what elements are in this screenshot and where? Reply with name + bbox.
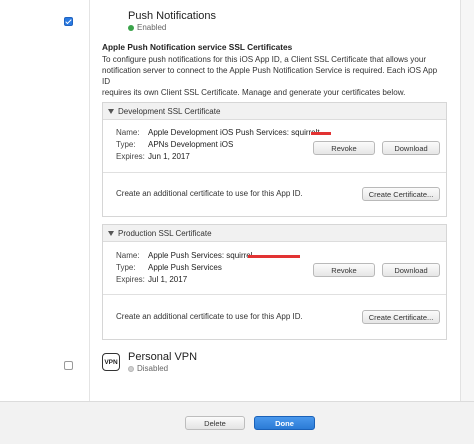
disclosure-triangle-icon bbox=[108, 108, 114, 114]
type-label: Type: bbox=[116, 263, 136, 272]
development-certificate-panel: Development SSL Certificate Name: Apple … bbox=[102, 102, 447, 217]
footer-bar: Delete Done bbox=[0, 401, 474, 444]
production-certificate-title: Production SSL Certificate bbox=[118, 228, 212, 238]
production-create-row: Create an additional certificate to use … bbox=[103, 294, 446, 342]
production-revoke-button[interactable]: Revoke bbox=[313, 263, 375, 277]
apns-description-line: requires its own Client SSL Certificate.… bbox=[102, 88, 406, 97]
production-certificate-panel: Production SSL Certificate Name: Apple P… bbox=[102, 224, 447, 340]
production-name-value: Apple Push Services: squirrel bbox=[148, 251, 253, 260]
push-status-label: Enabled bbox=[137, 23, 167, 32]
push-status: Enabled bbox=[128, 23, 166, 32]
disclosure-triangle-icon bbox=[108, 230, 114, 236]
apns-section-title: Apple Push Notification service SSL Cert… bbox=[102, 42, 293, 52]
production-type-value: Apple Push Services bbox=[148, 263, 222, 272]
expires-label: Expires: bbox=[116, 152, 145, 161]
vpn-status-label: Disabled bbox=[137, 364, 169, 373]
production-create-text: Create an additional certificate to use … bbox=[116, 312, 303, 321]
vpn-status: Disabled bbox=[128, 364, 168, 373]
push-notifications-checkbox[interactable] bbox=[64, 17, 73, 26]
production-certificate-header[interactable]: Production SSL Certificate bbox=[103, 225, 446, 242]
production-create-certificate-button[interactable]: Create Certificate... bbox=[362, 310, 440, 324]
left-column bbox=[0, 0, 90, 444]
enabled-status-icon bbox=[128, 24, 134, 31]
production-download-button[interactable]: Download bbox=[382, 263, 440, 277]
name-label: Name: bbox=[116, 251, 140, 260]
redaction-mark bbox=[248, 255, 300, 258]
expires-label: Expires: bbox=[116, 275, 145, 284]
production-expires-value: Jul 1, 2017 bbox=[148, 275, 188, 284]
disabled-status-icon bbox=[128, 365, 134, 372]
development-name-value: Apple Development iOS Push Services: squ… bbox=[148, 128, 320, 137]
scrollbar-track[interactable] bbox=[460, 0, 474, 444]
delete-button[interactable]: Delete bbox=[185, 416, 245, 430]
development-type-value: APNs Development iOS bbox=[148, 140, 234, 149]
personal-vpn-checkbox[interactable] bbox=[64, 361, 73, 370]
apns-description-line: To configure push notifications for this… bbox=[102, 55, 427, 64]
push-notifications-title: Push Notifications bbox=[128, 10, 217, 22]
apns-description-line: notification server to connect to the Ap… bbox=[102, 66, 438, 86]
development-create-row: Create an additional certificate to use … bbox=[103, 172, 446, 219]
development-expires-value: Jun 1, 2017 bbox=[148, 152, 190, 161]
development-download-button[interactable]: Download bbox=[382, 141, 440, 155]
development-revoke-button[interactable]: Revoke bbox=[313, 141, 375, 155]
done-button[interactable]: Done bbox=[254, 416, 315, 430]
redaction-mark bbox=[311, 132, 331, 135]
name-label: Name: bbox=[116, 128, 140, 137]
personal-vpn-title: Personal VPN bbox=[128, 351, 198, 363]
development-certificate-header[interactable]: Development SSL Certificate bbox=[103, 103, 446, 120]
type-label: Type: bbox=[116, 140, 136, 149]
development-create-text: Create an additional certificate to use … bbox=[116, 189, 303, 198]
development-create-certificate-button[interactable]: Create Certificate... bbox=[362, 187, 440, 201]
development-certificate-title: Development SSL Certificate bbox=[118, 106, 221, 116]
apns-description: To configure push notifications for this… bbox=[102, 54, 447, 98]
vpn-icon: VPN bbox=[102, 353, 120, 371]
